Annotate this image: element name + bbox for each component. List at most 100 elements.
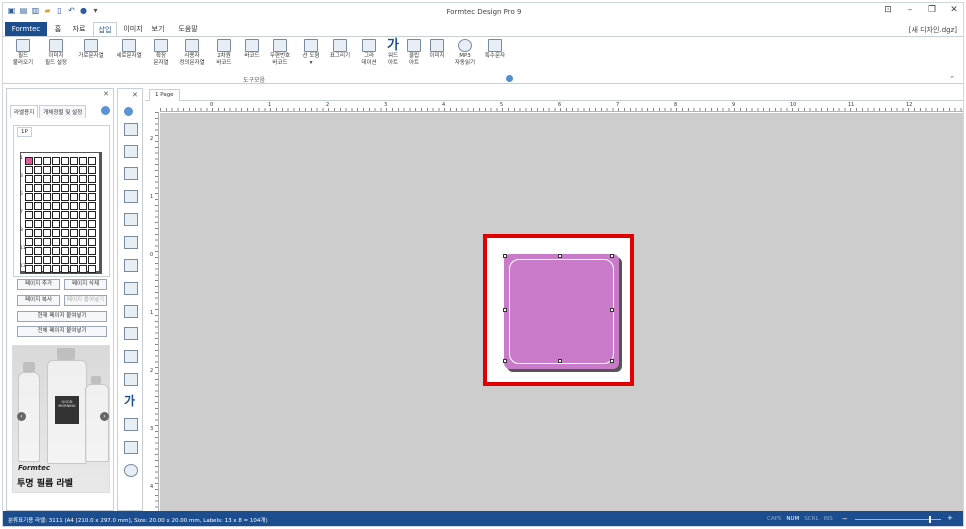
tab-label-paper[interactable]: 라벨용지 xyxy=(10,105,39,118)
page-tab-1p[interactable]: 1P xyxy=(17,127,32,137)
label-cell[interactable] xyxy=(79,238,87,246)
label-cell[interactable] xyxy=(88,184,96,192)
extended-text-button[interactable]: 확장 문자열 xyxy=(145,39,177,67)
minimize-icon[interactable]: – xyxy=(905,5,915,15)
label-cell[interactable] xyxy=(88,220,96,228)
zoom-slider-thumb[interactable] xyxy=(929,516,931,523)
label-cell[interactable] xyxy=(25,166,33,174)
resize-handle[interactable] xyxy=(610,359,614,363)
label-cell[interactable] xyxy=(70,256,78,264)
cd-tool-icon[interactable] xyxy=(124,464,138,477)
copy-page-button[interactable]: 페이지 복사 xyxy=(17,295,60,306)
tool-column-options-icon[interactable] xyxy=(124,107,133,116)
qr-code-tool-icon[interactable] xyxy=(124,259,138,272)
label-cell[interactable] xyxy=(88,247,96,255)
label-cell[interactable] xyxy=(34,202,42,210)
panel-close-icon[interactable]: ✕ xyxy=(103,90,109,98)
tab-1-page[interactable]: 1 Page xyxy=(149,89,180,101)
label-cell[interactable] xyxy=(61,184,69,192)
label-cell[interactable] xyxy=(43,256,51,264)
label-cell[interactable] xyxy=(61,229,69,237)
label-cell[interactable] xyxy=(61,256,69,264)
label-cell[interactable] xyxy=(88,202,96,210)
label-cell[interactable] xyxy=(61,157,69,165)
resize-handle[interactable] xyxy=(610,254,614,258)
custom-text-tool-icon[interactable] xyxy=(124,236,138,249)
label-cell[interactable] xyxy=(43,202,51,210)
label-cell[interactable] xyxy=(43,238,51,246)
label-cell[interactable] xyxy=(52,184,60,192)
label-cell[interactable] xyxy=(79,184,87,192)
tab-data[interactable]: 자료 xyxy=(71,22,87,36)
special-char-button[interactable]: 특수문자 xyxy=(479,39,511,60)
word-art-tool-icon[interactable]: 가 xyxy=(124,395,138,408)
label-cell[interactable] xyxy=(79,211,87,219)
label-cell[interactable] xyxy=(52,247,60,255)
label-cell[interactable] xyxy=(25,220,33,228)
label-cell[interactable] xyxy=(43,166,51,174)
label-cell[interactable] xyxy=(70,175,78,183)
label-cell[interactable] xyxy=(34,211,42,219)
draw-table-button[interactable]: 표그리기 xyxy=(324,39,356,60)
label-cell[interactable] xyxy=(52,211,60,219)
restore-icon[interactable]: ❐ xyxy=(927,5,937,15)
paste-page-button[interactable]: 페이지 붙여넣기 xyxy=(64,295,107,306)
paste-all-pages-button[interactable]: 전체 페이지 붙여넣기 xyxy=(17,326,107,337)
group-launcher-icon[interactable] xyxy=(506,75,513,82)
label-cell-selected[interactable] xyxy=(25,157,33,165)
label-cell[interactable] xyxy=(88,265,96,273)
vertical-text-button[interactable]: 세로문자열 xyxy=(113,39,145,60)
gradation-tool-icon[interactable] xyxy=(124,373,138,386)
label-cell[interactable] xyxy=(43,247,51,255)
label-shape[interactable] xyxy=(504,254,619,369)
label-cell[interactable] xyxy=(88,256,96,264)
label-cell[interactable] xyxy=(52,229,60,237)
label-cell[interactable] xyxy=(79,193,87,201)
label-cell[interactable] xyxy=(61,238,69,246)
resize-handle[interactable] xyxy=(610,308,614,312)
label-cell[interactable] xyxy=(61,202,69,210)
image-field-tool-icon[interactable] xyxy=(124,145,138,158)
label-cell[interactable] xyxy=(61,211,69,219)
tab-home[interactable]: 홈 xyxy=(51,22,65,36)
label-cell[interactable] xyxy=(34,265,42,273)
label-cell[interactable] xyxy=(52,166,60,174)
ribbon-display-icon[interactable]: ⊡ xyxy=(883,5,893,15)
label-cell[interactable] xyxy=(88,211,96,219)
label-cell[interactable] xyxy=(52,256,60,264)
label-cell[interactable] xyxy=(34,247,42,255)
table-tool-icon[interactable] xyxy=(124,350,138,363)
label-cell[interactable] xyxy=(88,166,96,174)
panel-options-icon[interactable] xyxy=(101,106,110,115)
label-cell[interactable] xyxy=(79,166,87,174)
tab-help[interactable]: 도움말 xyxy=(176,22,200,36)
label-cell[interactable] xyxy=(79,202,87,210)
label-cell[interactable] xyxy=(34,256,42,264)
label-cell[interactable] xyxy=(34,220,42,228)
resize-handle[interactable] xyxy=(558,254,562,258)
shapes-tool-icon[interactable] xyxy=(124,327,138,340)
label-cell[interactable] xyxy=(70,238,78,246)
label-cell[interactable] xyxy=(25,256,33,264)
delete-page-button[interactable]: 페이지 삭제 xyxy=(64,279,107,290)
label-cell[interactable] xyxy=(25,202,33,210)
label-cell[interactable] xyxy=(61,247,69,255)
label-cell[interactable] xyxy=(61,220,69,228)
label-cell[interactable] xyxy=(61,265,69,273)
label-cell[interactable] xyxy=(88,193,96,201)
extended-text-tool-icon[interactable] xyxy=(124,213,138,226)
label-cell[interactable] xyxy=(79,256,87,264)
ad-prev-arrow-icon[interactable]: ‹ xyxy=(17,412,26,421)
resize-handle[interactable] xyxy=(503,359,507,363)
label-cell[interactable] xyxy=(70,157,78,165)
label-cell[interactable] xyxy=(79,175,87,183)
collapse-ribbon-icon[interactable]: ⌃ xyxy=(949,75,955,83)
label-cell[interactable] xyxy=(70,202,78,210)
custom-text-button[interactable]: 사용자 정의문자열 xyxy=(176,39,208,67)
label-cell[interactable] xyxy=(70,220,78,228)
label-cell[interactable] xyxy=(43,265,51,273)
line-shape-button[interactable]: 선 도형 ▾ xyxy=(295,39,327,67)
label-cell[interactable] xyxy=(25,193,33,201)
label-cell[interactable] xyxy=(43,229,51,237)
label-cell[interactable] xyxy=(88,238,96,246)
